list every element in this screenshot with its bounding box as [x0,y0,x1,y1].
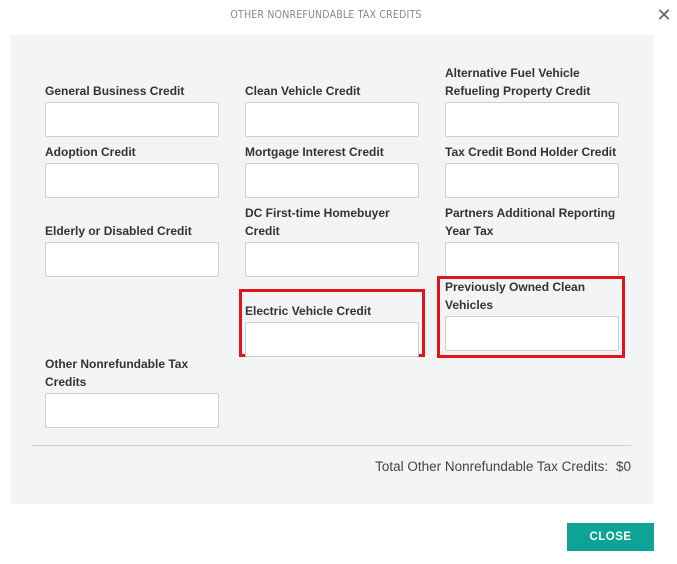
field-label: Alternative Fuel Vehicle Refueling Prope… [445,66,591,98]
field-label: Adoption Credit [45,145,136,159]
field-label: Other Nonrefundable Tax Credits [45,357,189,389]
field-electric-vehicle-credit: Electric Vehicle Credit [245,286,419,357]
previously-owned-clean-vehicles-input[interactable] [445,316,619,351]
field-adoption-credit: Adoption Credit [45,127,219,198]
field-label: Elderly or Disabled Credit [45,224,192,238]
field-label: Mortgage Interest Credit [245,145,384,159]
tax-credit-bond-holder-credit-input[interactable] [445,163,619,198]
dc-first-time-homebuyer-credit-input[interactable] [245,242,419,277]
other-nonrefundable-tax-credits-input[interactable] [45,393,219,428]
elderly-or-disabled-credit-input[interactable] [45,242,219,277]
field-label: General Business Credit [45,84,185,98]
mortgage-interest-credit-input[interactable] [245,163,419,198]
field-label: Electric Vehicle Credit [245,304,372,318]
total-label: Total Other Nonrefundable Tax Credits: [375,459,609,474]
close-button[interactable]: CLOSE [567,523,654,551]
close-x-icon[interactable]: ✕ [655,6,673,24]
field-label: Previously Owned Clean Vehicles [445,280,586,312]
field-label: Tax Credit Bond Holder Credit [445,145,617,159]
field-partners-additional-reporting-year-tax: Partners Additional Reporting Year Tax [445,206,619,277]
field-label: Clean Vehicle Credit [245,84,361,98]
total-row: Total Other Nonrefundable Tax Credits: $… [375,459,631,474]
field-dc-first-time-homebuyer-credit: DC First-time Homebuyer Credit [245,206,419,277]
field-other-nonrefundable-tax-credits: Other Nonrefundable Tax Credits [45,357,219,428]
total-value: $0 [615,459,631,474]
divider [32,445,631,446]
field-tax-credit-bond-holder-credit: Tax Credit Bond Holder Credit [445,127,619,198]
partners-additional-reporting-year-tax-input[interactable] [445,242,619,277]
field-elderly-or-disabled-credit: Elderly or Disabled Credit [45,206,219,277]
field-label: Partners Additional Reporting Year Tax [445,206,616,238]
electric-vehicle-credit-input[interactable] [245,322,419,357]
field-previously-owned-clean-vehicles: Previously Owned Clean Vehicles [445,278,619,351]
field-mortgage-interest-credit: Mortgage Interest Credit [245,127,419,198]
modal-title: OTHER NONREFUNDABLE TAX CREDITS [230,8,422,21]
adoption-credit-input[interactable] [45,163,219,198]
form-panel: General Business Credit Clean Vehicle Cr… [10,35,654,504]
field-label: DC First-time Homebuyer Credit [245,206,390,238]
